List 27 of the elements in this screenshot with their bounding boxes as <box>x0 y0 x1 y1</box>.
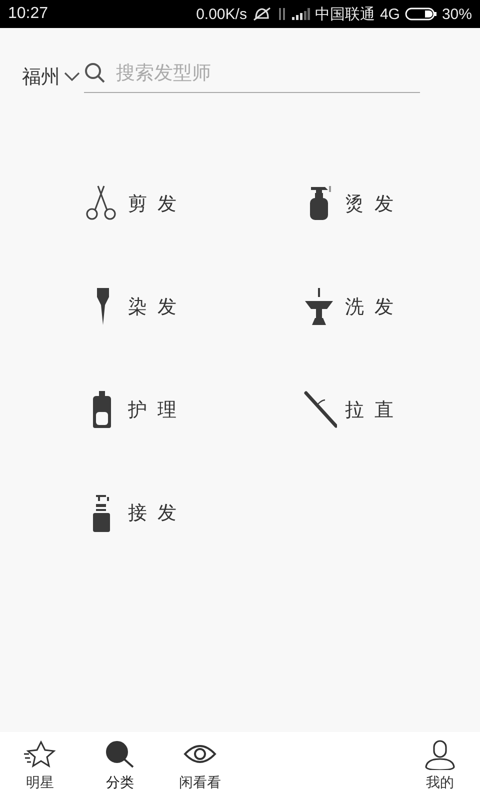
chevron-down-icon <box>64 72 80 82</box>
search-icon <box>84 62 106 84</box>
nav-tab[interactable]: 闲看看 <box>160 732 240 800</box>
data-arrows-icon <box>276 7 287 21</box>
category-item[interactable]: 洗发 <box>303 286 404 327</box>
category-item[interactable]: 接发 <box>86 492 187 533</box>
clock-time: 10:27 <box>8 5 48 23</box>
signal-icon <box>292 8 310 20</box>
category-item[interactable]: 烫发 <box>303 183 404 224</box>
star-icon <box>23 740 57 770</box>
category-item[interactable]: 拉直 <box>303 389 404 430</box>
nav-tab[interactable]: 我的 <box>400 732 480 800</box>
battery-icon <box>404 7 437 21</box>
category-item[interactable]: 染发 <box>86 286 187 327</box>
straightener-icon <box>303 390 337 430</box>
network-speed: 0.00K/s <box>196 6 247 22</box>
search-field[interactable]: 搜索发型师 <box>116 62 396 84</box>
nav-tab[interactable]: 分类 <box>80 732 160 800</box>
carrier-name: 中国联通 <box>314 4 375 24</box>
category-item[interactable]: 剪发 <box>86 183 187 224</box>
network-type: 4G <box>380 6 400 22</box>
category-item[interactable]: 护理 <box>86 389 187 430</box>
city-selector[interactable]: 福州 <box>22 64 80 90</box>
person-icon <box>423 740 457 770</box>
alarm-off-icon <box>252 6 272 22</box>
battery-percent: 30% <box>442 6 472 22</box>
nav-tab[interactable]: 明星 <box>0 732 80 800</box>
